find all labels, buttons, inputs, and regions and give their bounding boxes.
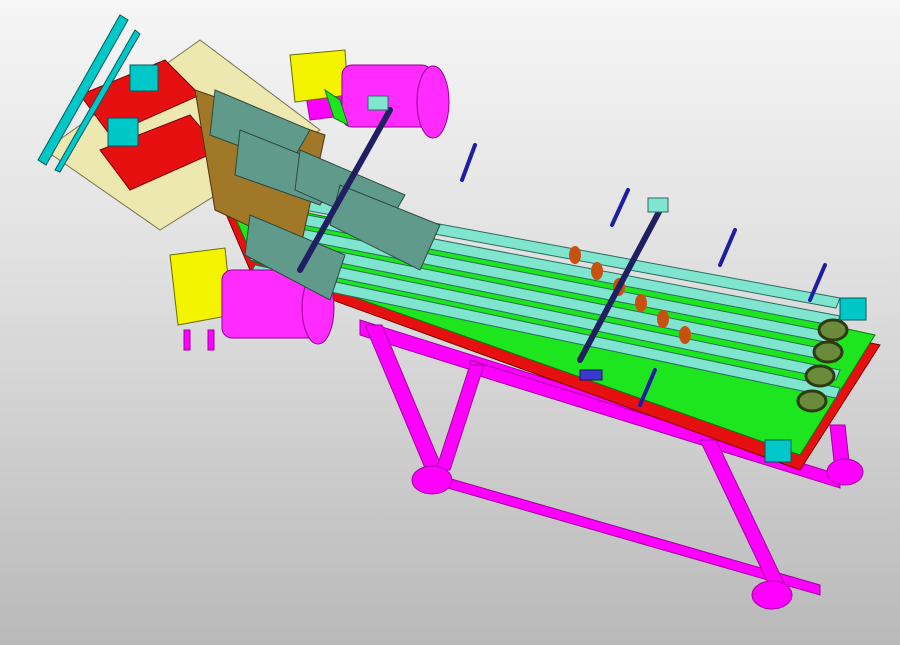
lane-roller-1 [569,246,581,264]
cad-viewport[interactable] [0,0,900,645]
infeed-cyan-block [129,64,159,92]
adjuster-screw-1 [610,188,630,227]
gantry-bracket-1 [367,95,389,111]
discharge-wheel-2 [812,340,844,364]
infeed-cyan-block-2 [107,117,139,147]
lane-roller-4 [635,294,647,312]
bearing-block-1 [839,297,867,321]
motor-bolt-2 [207,329,215,351]
foot-pad-back-right [826,458,864,486]
gearbox-top [289,49,349,103]
conveyor-machine-model[interactable] [0,0,900,645]
motor-endcap-top [416,65,450,139]
infeed-section [37,14,341,251]
adjuster-screw-5 [460,143,477,182]
clamp-block-1 [579,369,603,381]
discharge-wheel-3 [804,364,836,388]
foot-pad-front-right [751,580,793,610]
discharge-wheel-4 [796,389,828,413]
adjuster-screw-2 [718,228,737,267]
gantry-bracket-2 [647,197,669,213]
bearing-block-2 [764,439,792,463]
motor-bolt-1 [183,329,191,351]
frame-leg-back-left [435,364,485,471]
foot-pad-front-left [411,465,453,495]
lane-roller-5 [657,310,669,328]
lane-roller-6 [679,326,691,344]
lane-roller-2 [591,262,603,280]
discharge-wheel-1 [817,318,849,342]
